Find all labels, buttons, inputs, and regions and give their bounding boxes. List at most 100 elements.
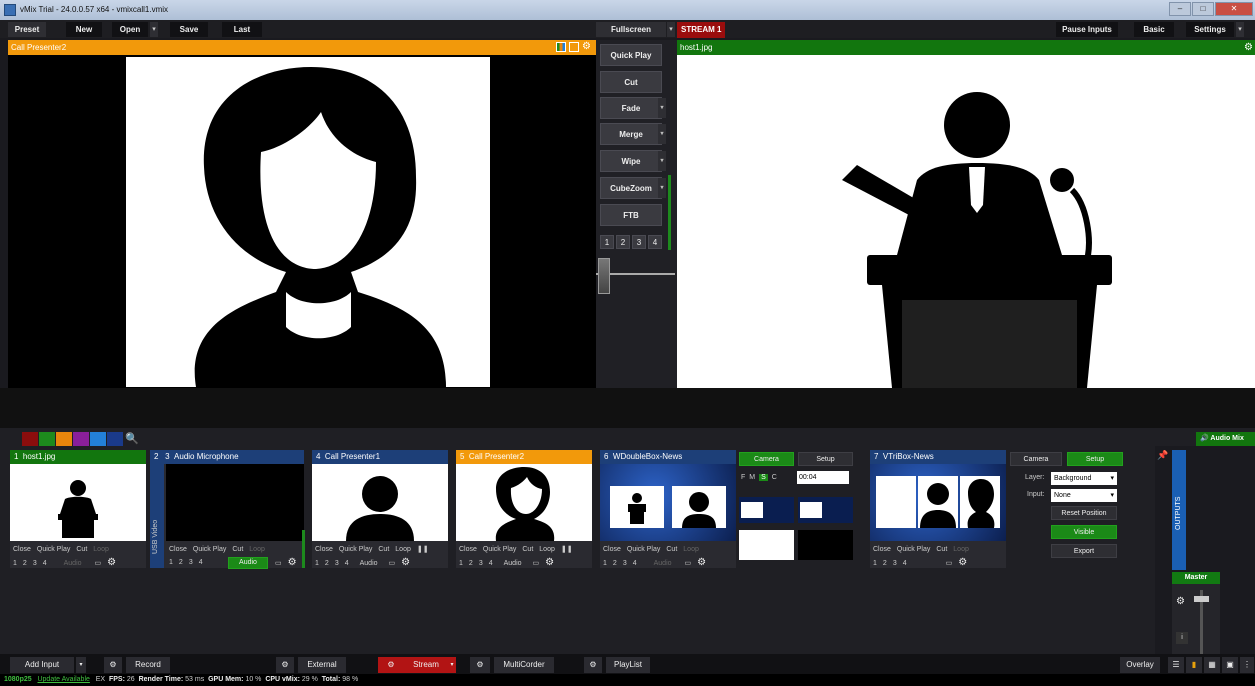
input-7-monitor-icon[interactable]: ▭ xyxy=(910,558,956,570)
input-4-overlay-1[interactable]: 1 xyxy=(312,558,322,570)
cubezoom-button[interactable]: CubeZoom ▾ xyxy=(600,177,666,199)
transition-4-button[interactable]: 4 xyxy=(648,235,662,249)
input-5[interactable]: 5 Call Presenter2 Close Quick Play Cut Loop… xyxy=(456,450,592,568)
search-icon[interactable]: 🔍 xyxy=(125,432,139,445)
colour-filter-blue[interactable] xyxy=(90,432,106,446)
colour-filter-green[interactable] xyxy=(39,432,55,446)
input-1-overlay-4[interactable]: 4 xyxy=(40,558,50,570)
input-7[interactable]: 7 VTriBox-News Close Quick Play Cut Loop 12… xyxy=(870,450,1006,568)
transition-1-button[interactable]: 1 xyxy=(600,235,614,249)
input-4-pause-icon[interactable]: ❚❚ xyxy=(414,544,432,556)
input-6[interactable]: 6 WDoubleBox-News Close Quick Play Cut Loop… xyxy=(600,450,736,568)
input-3-overlay-2[interactable]: 2 xyxy=(176,557,186,569)
visible-button[interactable]: Visible xyxy=(1051,525,1117,539)
input-7-setup-button[interactable]: Setup xyxy=(1067,452,1123,466)
open-dropdown-caret[interactable]: ▾ xyxy=(150,22,158,37)
input-3-overlay-3[interactable]: 3 xyxy=(186,557,196,569)
fullscreen-button[interactable]: Fullscreen xyxy=(596,22,666,37)
ftb-button[interactable]: FTB xyxy=(600,204,662,226)
input-4-cut-button[interactable]: Cut xyxy=(375,544,392,556)
input-6-close-button[interactable]: Close xyxy=(600,544,624,556)
list-view-icon[interactable]: ☰ xyxy=(1168,657,1184,673)
input-6-overlay-3[interactable]: 3 xyxy=(620,558,630,570)
stream-gear-icon[interactable]: ⚙ xyxy=(378,657,404,673)
input-1-gear-icon[interactable]: ⚙ xyxy=(104,557,119,569)
fullscreen-dropdown-caret[interactable]: ▾ xyxy=(667,22,675,37)
input-7-cut-button[interactable]: Cut xyxy=(933,544,950,556)
export-button[interactable]: Export xyxy=(1051,544,1117,558)
input-7-input-select[interactable]: None ▾ xyxy=(1051,489,1117,502)
input-1-audio-button[interactable]: Audio xyxy=(50,558,85,570)
update-available-link[interactable]: Update Available xyxy=(37,676,89,683)
input-3[interactable]: 2 3 Audio Microphone USB Video Close Quic… xyxy=(150,450,305,569)
input-6-m-button[interactable]: M xyxy=(749,474,755,481)
colour-filter-orange[interactable] xyxy=(56,432,72,446)
input-3-loop-button[interactable]: Loop xyxy=(246,544,268,556)
input-7-overlay-4[interactable]: 4 xyxy=(900,558,910,570)
grid-view-icon[interactable]: ▦ xyxy=(1204,657,1220,673)
input-1-overlay-1[interactable]: 1 xyxy=(10,558,20,570)
transition-3-button[interactable]: 3 xyxy=(632,235,646,249)
input-6-thumbnail[interactable] xyxy=(600,464,736,541)
master-fader-handle[interactable] xyxy=(1194,596,1209,602)
colour-correction-icon[interactable] xyxy=(556,42,566,52)
master-info-icon[interactable]: i xyxy=(1176,632,1188,644)
playlist-button[interactable]: PlayList xyxy=(606,657,650,673)
input-5-loop-button[interactable]: Loop xyxy=(536,544,558,556)
reset-position-button[interactable]: Reset Position xyxy=(1051,506,1117,520)
transition-2-button[interactable]: 2 xyxy=(616,235,630,249)
window-layout-icon[interactable]: ▣ xyxy=(1222,657,1238,673)
overlay-button[interactable]: Overlay xyxy=(1120,657,1160,673)
usb-video-side-tab[interactable]: USB Video xyxy=(150,464,164,568)
input-1[interactable]: 1 host1.jpg Close Quick Play Cut Loop 1234A… xyxy=(10,450,146,568)
input-3-close-button[interactable]: Close xyxy=(166,544,190,556)
wipe-button[interactable]: Wipe ▾ xyxy=(600,150,666,172)
outputs-tab[interactable]: OUTPUTS xyxy=(1172,450,1186,570)
colour-filter-red[interactable] xyxy=(22,432,38,446)
input-4-quick-play-button[interactable]: Quick Play xyxy=(336,544,375,556)
input-6-layer-thumb-1[interactable] xyxy=(739,497,794,523)
settings-dropdown-caret[interactable]: ▾ xyxy=(1236,22,1244,37)
input-4-audio-button[interactable]: Audio xyxy=(352,558,381,570)
input-4-gear-icon[interactable]: ⚙ xyxy=(398,557,413,569)
input-5-cut-button[interactable]: Cut xyxy=(519,544,536,556)
cubezoom-caret[interactable]: ▾ xyxy=(658,178,666,198)
input-6-gear-icon[interactable]: ⚙ xyxy=(694,557,709,569)
input-7-gear-icon[interactable]: ⚙ xyxy=(955,557,970,569)
last-button[interactable]: Last xyxy=(222,22,262,37)
input-1-thumbnail[interactable] xyxy=(10,464,146,541)
playlist-gear-icon[interactable]: ⚙ xyxy=(584,657,602,673)
program-gear-icon[interactable]: ⚙ xyxy=(1244,40,1253,55)
colour-filter-purple[interactable] xyxy=(73,432,89,446)
input-4-overlay-4[interactable]: 4 xyxy=(342,558,352,570)
close-window-button[interactable]: ✕ xyxy=(1215,2,1253,16)
add-input-caret[interactable]: ▾ xyxy=(76,657,86,673)
stream-button[interactable]: Stream xyxy=(404,657,448,673)
merge-caret[interactable]: ▾ xyxy=(658,124,666,144)
input-1-monitor-icon[interactable]: ▭ xyxy=(85,558,105,570)
external-gear-icon[interactable]: ⚙ xyxy=(276,657,294,673)
input-6-s-button[interactable]: S xyxy=(759,474,768,481)
input-4-thumbnail[interactable] xyxy=(312,464,448,541)
input-4-monitor-icon[interactable]: ▭ xyxy=(381,558,399,570)
input-4-loop-button[interactable]: Loop xyxy=(392,544,414,556)
multicorder-button[interactable]: MultiCorder xyxy=(494,657,554,673)
input-6-layer-thumb-2[interactable] xyxy=(798,497,853,523)
more-icon[interactable]: ⋮ xyxy=(1240,657,1254,673)
record-button[interactable]: Record xyxy=(126,657,170,673)
input-5-overlay-4[interactable]: 4 xyxy=(486,558,496,570)
input-5-overlay-3[interactable]: 3 xyxy=(476,558,486,570)
input-7-loop-button[interactable]: Loop xyxy=(950,544,972,556)
cut-button[interactable]: Cut xyxy=(600,71,662,93)
input-5-close-button[interactable]: Close xyxy=(456,544,480,556)
input-6-cut-button[interactable]: Cut xyxy=(663,544,680,556)
maximize-button[interactable]: □ xyxy=(1192,2,1214,16)
save-button[interactable]: Save xyxy=(170,22,208,37)
input-7-layer-select[interactable]: Background ▾ xyxy=(1051,472,1117,485)
input-5-quick-play-button[interactable]: Quick Play xyxy=(480,544,519,556)
input-1-overlay-3[interactable]: 3 xyxy=(30,558,40,570)
basic-button[interactable]: Basic xyxy=(1134,22,1174,37)
input-1-close-button[interactable]: Close xyxy=(10,544,34,556)
minimize-button[interactable]: – xyxy=(1169,2,1191,16)
input-6-camera-button[interactable]: Camera xyxy=(739,452,794,466)
